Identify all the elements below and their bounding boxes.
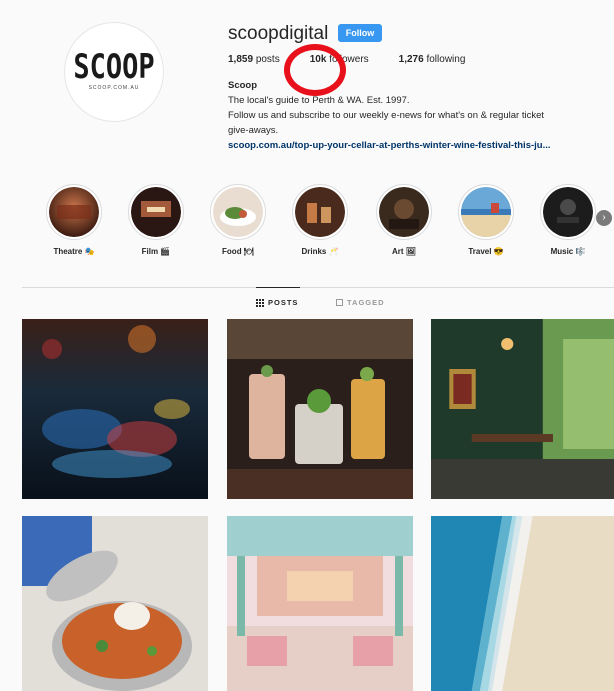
highlight-food[interactable]: Food 🍽	[206, 184, 270, 256]
post-bar-lights[interactable]	[22, 319, 208, 499]
highlight-art[interactable]: Art 🖼	[372, 184, 436, 256]
followers-count: 10k	[309, 54, 327, 65]
art-highlight-image	[379, 187, 429, 237]
bio-name: Scoop	[228, 80, 258, 91]
highlight-drinks[interactable]: Drinks 🥂	[288, 184, 352, 256]
bio-line-2: Follow us and subscribe to our weekly e-…	[228, 110, 544, 121]
followers-label: followers	[329, 54, 369, 65]
post-pink-restaurant[interactable]	[227, 516, 413, 691]
annotation-circle	[284, 44, 346, 96]
highlight-travel[interactable]: Travel 😎	[454, 184, 518, 256]
following-label: following	[426, 54, 466, 65]
scoop-logo-text: SCOOP	[73, 48, 155, 87]
profile-stats: 1,859 posts 10k followers 1,276 followin…	[228, 54, 495, 65]
film-highlight-image	[131, 187, 181, 237]
bio-line-3: give-aways.	[228, 125, 279, 136]
posts-stat: 1,859 posts	[228, 54, 280, 65]
tabs-divider	[22, 287, 614, 288]
posts-count: 1,859	[228, 54, 254, 65]
drinks-highlight-image	[295, 187, 345, 237]
post-food-tin[interactable]	[22, 516, 208, 691]
highlight-label: Theatre 🎭	[53, 247, 95, 256]
highlight-label: Music 🎼	[550, 247, 586, 256]
highlight-music[interactable]: Music 🎼	[536, 184, 600, 256]
bio-link[interactable]: scoop.com.au/top-up-your-cellar-at-perth…	[228, 140, 551, 151]
grid-icon	[256, 298, 264, 307]
following-count: 1,276	[398, 54, 424, 65]
food-highlight-image	[213, 187, 263, 237]
highlight-label: Drinks 🥂	[301, 247, 339, 256]
tab-posts-label: POSTS	[268, 298, 299, 307]
theatre-highlight-image	[49, 187, 99, 237]
highlights-next-arrow-icon[interactable]: ›	[596, 210, 612, 226]
highlight-film[interactable]: Film 🎬	[124, 184, 188, 256]
following-stat[interactable]: 1,276 following	[399, 54, 466, 65]
follow-button[interactable]: Follow	[338, 24, 382, 42]
tab-tagged[interactable]: TAGGED	[336, 298, 385, 307]
music-highlight-image	[543, 187, 593, 237]
travel-highlight-image	[461, 187, 511, 237]
tab-posts[interactable]: POSTS	[256, 298, 298, 307]
highlight-label: Travel 😎	[468, 247, 504, 256]
highlight-label: Food 🍽	[222, 247, 254, 256]
post-aerial-beach[interactable]	[431, 516, 614, 691]
highlight-theatre[interactable]: Theatre 🎭	[42, 184, 106, 256]
tag-icon	[336, 299, 343, 306]
post-cocktails[interactable]	[227, 319, 413, 499]
profile-avatar[interactable]: SCOOP SCOOP.COM.AU	[64, 22, 164, 122]
bio-line-1: The local's guide to Perth & WA. Est. 19…	[228, 95, 410, 106]
highlight-label: Art 🖼	[392, 247, 416, 256]
post-green-dining-room[interactable]	[431, 319, 614, 499]
highlight-label: Film 🎬	[141, 247, 171, 256]
posts-label: posts	[255, 54, 280, 65]
profile-username: scoopdigital	[228, 23, 329, 44]
tab-tagged-label: TAGGED	[347, 298, 385, 307]
followers-stat[interactable]: 10k followers	[310, 54, 369, 65]
active-tab-indicator	[256, 287, 300, 288]
